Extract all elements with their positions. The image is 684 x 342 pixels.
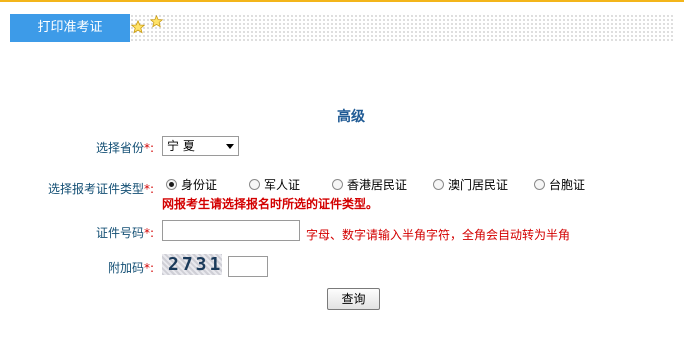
id-number-label: 证件号码*: [96, 226, 155, 240]
radio-button[interactable] [332, 178, 343, 190]
radio-macau-resident[interactable]: 澳门居民证 [433, 176, 508, 192]
id-number-input[interactable] [162, 220, 300, 241]
captcha-image[interactable]: 2731 [162, 254, 222, 275]
form-title: 高级 [337, 109, 365, 125]
id-number-hint: 字母、数字请输入半角字符，全角会自动转为半角 [306, 228, 571, 242]
province-label: 选择省份*: [96, 141, 155, 155]
radio-hongkong-resident[interactable]: 香港居民证 [332, 176, 407, 192]
captcha-label: 附加码*: [108, 261, 155, 275]
tab-print-admission-ticket[interactable]: 打印准考证 [10, 14, 130, 42]
radio-button-selected[interactable] [166, 178, 177, 190]
top-accent-line [0, 0, 684, 2]
radio-taiwan-compatriot[interactable]: 台胞证 [534, 176, 585, 192]
radio-military-card[interactable]: 军人证 [249, 176, 300, 192]
star-icon [150, 15, 163, 28]
radio-id-card[interactable]: 身份证 [166, 176, 217, 192]
id-type-warning: 网报考生请选择报名时所选的证件类型。 [162, 197, 379, 211]
radio-button[interactable] [249, 178, 260, 190]
chevron-down-icon [226, 144, 234, 149]
star-icon [131, 20, 145, 34]
query-button[interactable]: 查询 [327, 288, 380, 310]
province-select[interactable]: 宁 夏 [162, 136, 239, 156]
radio-button[interactable] [433, 178, 444, 190]
captcha-input[interactable] [228, 256, 268, 277]
id-type-label: 选择报考证件类型*: [48, 182, 155, 196]
radio-button[interactable] [534, 178, 545, 190]
